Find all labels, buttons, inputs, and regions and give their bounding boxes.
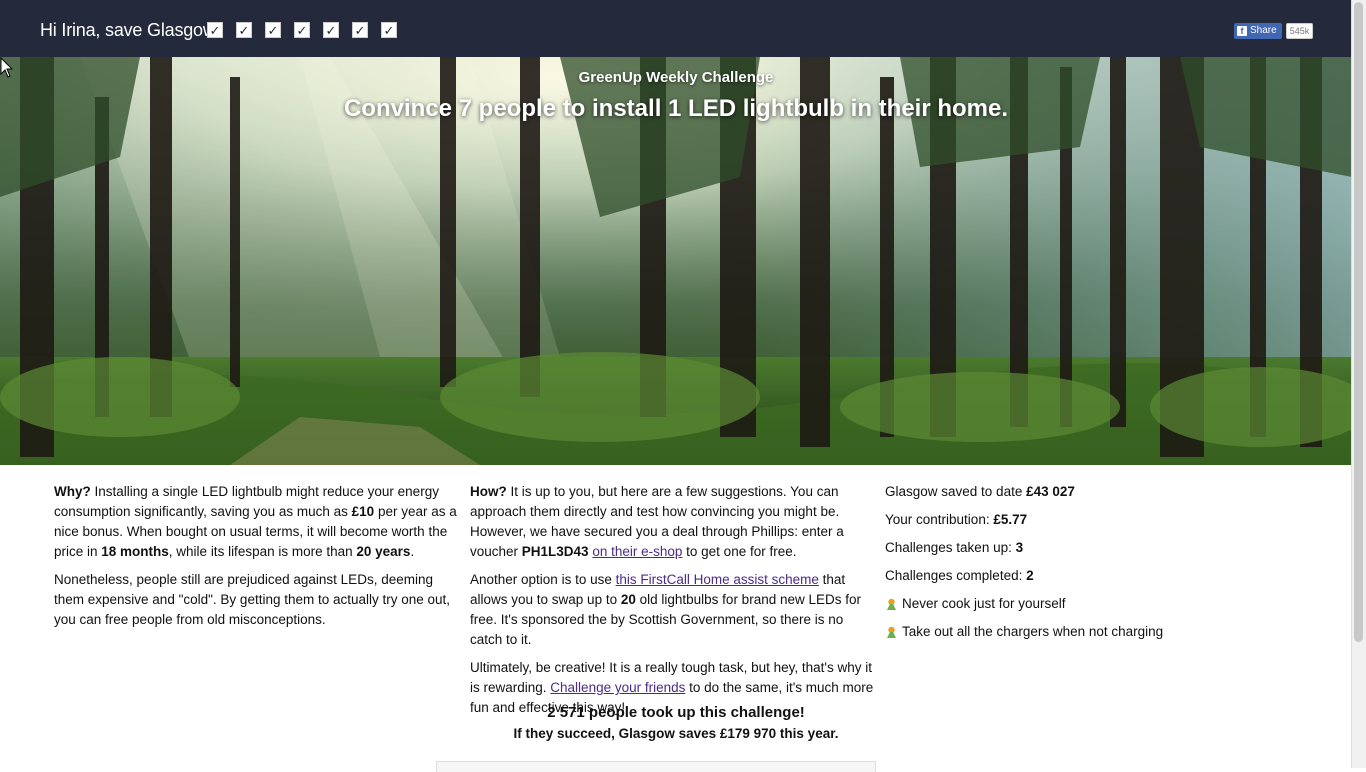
eshop-link[interactable]: on their e-shop [592,544,682,559]
saved-stat: Glasgow saved to date £43 027 [885,484,1075,499]
misconceptions-paragraph: Nonetheless, people still are prejudiced… [54,572,451,627]
taken-stat: Challenges taken up: 3 [885,540,1024,555]
why-paragraph: Why? Installing a single LED lightbulb m… [54,484,457,559]
progress-check: ✓ [207,22,223,38]
facebook-share[interactable]: f Share 545k [1234,23,1314,39]
vertical-scrollbar[interactable] [1351,0,1366,768]
progress-check: ✓ [352,22,368,38]
greeting-text: Hi Irina, save Glasgow! [40,20,221,40]
bottom-panel [436,761,876,772]
how-heading: How? [470,484,507,499]
voucher-code: PH1L3D43 [521,544,589,559]
badge-icon [887,626,896,638]
hero-banner: GreenUp Weekly Challenge Convince 7 peop… [0,57,1352,465]
mouse-cursor-icon [0,57,14,78]
top-bar: Hi Irina, save Glasgow! ✓ ✓ ✓ ✓ ✓ ✓ ✓ f … [0,0,1352,57]
tip-item: Never cook just for yourself [885,594,1185,614]
participants-count: 2 571 people took up this challenge! [547,704,805,721]
tip-item: Take out all the chargers when not charg… [885,622,1185,642]
progress-check: ✓ [381,22,397,38]
challenge-friends-link[interactable]: Challenge your friends [550,680,685,695]
stats-panel: Glasgow saved to date £43 027 Your contr… [885,482,1185,650]
progress-check: ✓ [323,22,339,38]
hero-title: Convince 7 people to install 1 LED light… [343,95,1009,122]
progress-check: ✓ [294,22,310,38]
progress-check: ✓ [236,22,252,38]
share-label: Share [1250,25,1277,36]
contribution-stat: Your contribution: £5.77 [885,512,1028,527]
share-count: 545k [1285,23,1314,39]
completed-stat: Challenges completed: 2 [885,568,1034,583]
how-section: How? It is up to you, but here are a few… [470,482,876,726]
facebook-icon: f [1237,26,1247,36]
why-heading: Why? [54,484,91,499]
badge-icon [887,598,896,610]
savings-projection: If they succeed, Glasgow saves £179 970 … [513,726,839,741]
facebook-share-button[interactable]: f Share [1234,23,1282,39]
firstcall-paragraph: Another option is to use this FirstCall … [470,572,861,647]
scrollbar-thumb[interactable] [1354,2,1363,642]
why-section: Why? Installing a single LED lightbulb m… [54,482,460,638]
how-paragraph: How? It is up to you, but here are a few… [470,484,844,559]
firstcall-link[interactable]: this FirstCall Home assist scheme [616,572,819,587]
progress-check: ✓ [265,22,281,38]
progress-checkboxes: ✓ ✓ ✓ ✓ ✓ ✓ ✓ [207,22,397,38]
hero-subtitle: GreenUp Weekly Challenge [578,69,774,86]
